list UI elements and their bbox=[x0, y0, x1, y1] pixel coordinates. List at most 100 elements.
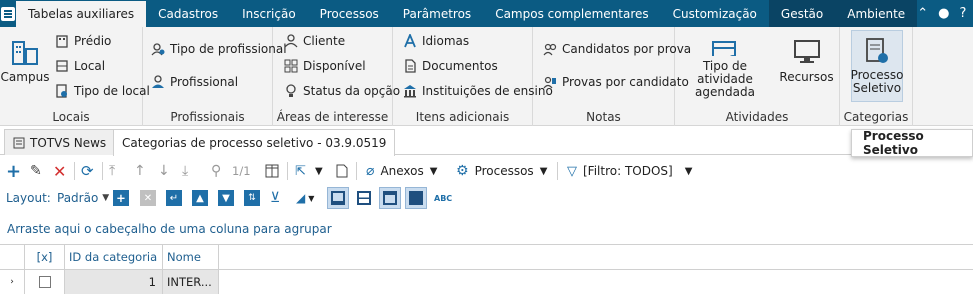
recursos-button[interactable]: Recursos bbox=[779, 37, 834, 97]
filter-icon: ▽ bbox=[567, 163, 577, 179]
building-icon bbox=[56, 35, 68, 48]
last-record-icon[interactable]: ⤓ bbox=[182, 163, 188, 179]
calendar-icon bbox=[712, 41, 736, 56]
tab-cadastros[interactable]: Cadastros bbox=[146, 0, 230, 27]
tab-campos-complementares[interactable]: Campos complementares bbox=[483, 0, 660, 27]
tab-customizacao[interactable]: Customização bbox=[661, 0, 769, 27]
group-label-atividades: Atividades bbox=[725, 110, 789, 124]
tipo-local-button[interactable]: Tipo de local bbox=[55, 84, 150, 98]
layout-select[interactable]: Padrão ▼ bbox=[57, 191, 109, 205]
chevron-down-icon: ▼ bbox=[429, 165, 438, 177]
chart-icon: ◢ bbox=[296, 191, 306, 205]
info-icon[interactable]: ● bbox=[938, 6, 949, 21]
group-atividades: Tipo de atividade agendada Recursos Ativ… bbox=[675, 27, 840, 126]
previous-record-icon[interactable]: ↑ bbox=[134, 163, 146, 179]
edit-icon[interactable]: ✎ bbox=[30, 163, 42, 179]
compact-view-icon bbox=[409, 191, 423, 205]
next-record-icon[interactable]: ↓ bbox=[158, 163, 170, 179]
predio-button[interactable]: Prédio bbox=[55, 34, 111, 48]
user-icon bbox=[284, 34, 298, 48]
group-locais: Campus Prédio Local Tipo de local Locais bbox=[0, 27, 150, 126]
row-checkbox[interactable] bbox=[25, 270, 65, 294]
processos-button[interactable]: ⚙ Processos ▼ bbox=[456, 163, 547, 179]
group-categorias: Processo Seletivo Categorias bbox=[840, 27, 913, 126]
tab-gestao[interactable]: Gestão bbox=[768, 0, 836, 27]
instituicoes-button[interactable]: Instituições de ensino bbox=[403, 84, 553, 98]
add-icon[interactable]: + bbox=[6, 161, 21, 182]
tab-processos[interactable]: Processos bbox=[308, 0, 391, 27]
move-down-icon[interactable]: ▼ bbox=[218, 190, 234, 206]
chart-button[interactable]: ◢ ▼ bbox=[296, 191, 314, 205]
export-icon[interactable]: ⇱ bbox=[295, 164, 306, 179]
column-header-nome[interactable]: Nome bbox=[163, 245, 219, 269]
tab-ambiente[interactable]: Ambiente bbox=[835, 0, 918, 27]
tooltip: Processo Seletivo bbox=[851, 129, 973, 157]
search-icon[interactable]: ⚲ bbox=[211, 163, 221, 179]
document-tab-bar: TOTVS News Categorias de processo seleti… bbox=[0, 127, 973, 156]
tab-categorias-processo[interactable]: Categorias de processo seletivo - 03.9.0… bbox=[113, 129, 396, 156]
tipo-profissional-button[interactable]: Tipo de profissional bbox=[151, 42, 287, 56]
delete-icon[interactable]: ✕ bbox=[53, 162, 66, 181]
sort-icon[interactable]: ⇅ bbox=[244, 190, 260, 206]
local-icon bbox=[56, 60, 68, 72]
row-indicator-icon[interactable]: › bbox=[0, 270, 25, 294]
move-up-icon[interactable]: ▲ bbox=[192, 190, 208, 206]
refresh-icon[interactable]: ⟳ bbox=[81, 162, 94, 180]
group-itens-adicionais: Idiomas Documentos Instituições de ensin… bbox=[393, 27, 553, 126]
table-row-id[interactable]: 1 bbox=[65, 270, 163, 294]
chevron-up-icon[interactable]: ⌃ bbox=[917, 6, 928, 21]
help-icon[interactable]: ? bbox=[959, 6, 966, 21]
toolbar-layout: Layout: Padrão ▼ + ✕ ↵ ▲ ▼ ⇅ ⊻ ◢ ▼ ABC bbox=[0, 185, 973, 211]
text-format-icon[interactable]: ABC bbox=[434, 194, 452, 203]
provas-por-candidato-button[interactable]: Provas por candidato bbox=[543, 75, 689, 89]
grid-icon bbox=[284, 59, 298, 73]
chevron-down-icon: ▼ bbox=[308, 193, 315, 203]
add-layout-icon[interactable]: + bbox=[113, 190, 129, 206]
data-grid: [x] ID da categoria Nome › 1 INTER... bbox=[0, 244, 973, 294]
tab-parametros[interactable]: Parâmetros bbox=[391, 0, 483, 27]
chevron-down-icon: ▼ bbox=[102, 193, 110, 203]
split-view-icon[interactable] bbox=[357, 191, 371, 205]
table-row-nome[interactable]: INTER... bbox=[163, 270, 219, 294]
selection-process-icon bbox=[866, 38, 888, 63]
column-header-id[interactable]: ID da categoria bbox=[65, 245, 163, 269]
form-view-icon bbox=[383, 191, 397, 205]
campus-icon bbox=[12, 41, 38, 65]
group-label-areas: Áreas de interesse bbox=[276, 110, 389, 124]
location-type-icon bbox=[56, 84, 67, 98]
columns-icon[interactable] bbox=[265, 164, 279, 178]
group-label-itens: Itens adicionais bbox=[415, 110, 510, 124]
candidatos-por-prova-button[interactable]: Candidatos por prova bbox=[543, 42, 691, 56]
tipo-atividade-button[interactable]: Tipo de atividade agendada bbox=[681, 37, 769, 99]
select-all-header[interactable]: [x] bbox=[25, 245, 65, 269]
document-icon bbox=[405, 59, 416, 73]
apply-layout-icon[interactable]: ↵ bbox=[166, 190, 182, 206]
disponivel-button[interactable]: Disponível bbox=[284, 59, 366, 73]
exam-icon bbox=[543, 76, 556, 89]
campus-button[interactable]: Campus bbox=[1, 37, 49, 97]
row-indicator-header bbox=[0, 245, 25, 269]
report-icon[interactable] bbox=[336, 164, 348, 178]
tab-inscricao[interactable]: Inscrição bbox=[230, 0, 308, 27]
app-menu-button[interactable] bbox=[0, 0, 16, 27]
anexos-button[interactable]: ⌀ Anexos ▼ bbox=[366, 163, 437, 179]
remove-layout-icon[interactable]: ✕ bbox=[140, 190, 156, 206]
tab-tabelas-auxiliares[interactable]: Tabelas auxiliares bbox=[16, 0, 147, 27]
group-label-categorias: Categorias bbox=[843, 110, 909, 124]
documentos-button[interactable]: Documentos bbox=[403, 59, 498, 73]
group-by-area[interactable]: Arraste aqui o cabeçalho de uma coluna p… bbox=[0, 213, 973, 243]
idiomas-button[interactable]: Idiomas bbox=[403, 34, 469, 48]
candidates-icon bbox=[543, 43, 557, 56]
tab-totvs-news[interactable]: TOTVS News bbox=[4, 129, 116, 155]
status-opcao-button[interactable]: Status da opção bbox=[284, 84, 400, 98]
layout-label: Layout: bbox=[6, 191, 51, 205]
filter-button[interactable]: ▽ [Filtro: TODOS] ▼ bbox=[567, 164, 692, 179]
processo-seletivo-button[interactable]: Processo Seletivo bbox=[851, 30, 903, 102]
profissional-button[interactable]: Profissional bbox=[151, 75, 238, 89]
first-record-icon[interactable]: ⤒ bbox=[109, 163, 115, 179]
local-button[interactable]: Local bbox=[55, 59, 105, 73]
pin-icon[interactable]: ⊻ bbox=[270, 190, 280, 206]
cliente-button[interactable]: Cliente bbox=[284, 34, 345, 48]
professional-type-icon bbox=[151, 43, 165, 56]
export-dropdown-icon[interactable]: ▼ bbox=[315, 166, 323, 177]
